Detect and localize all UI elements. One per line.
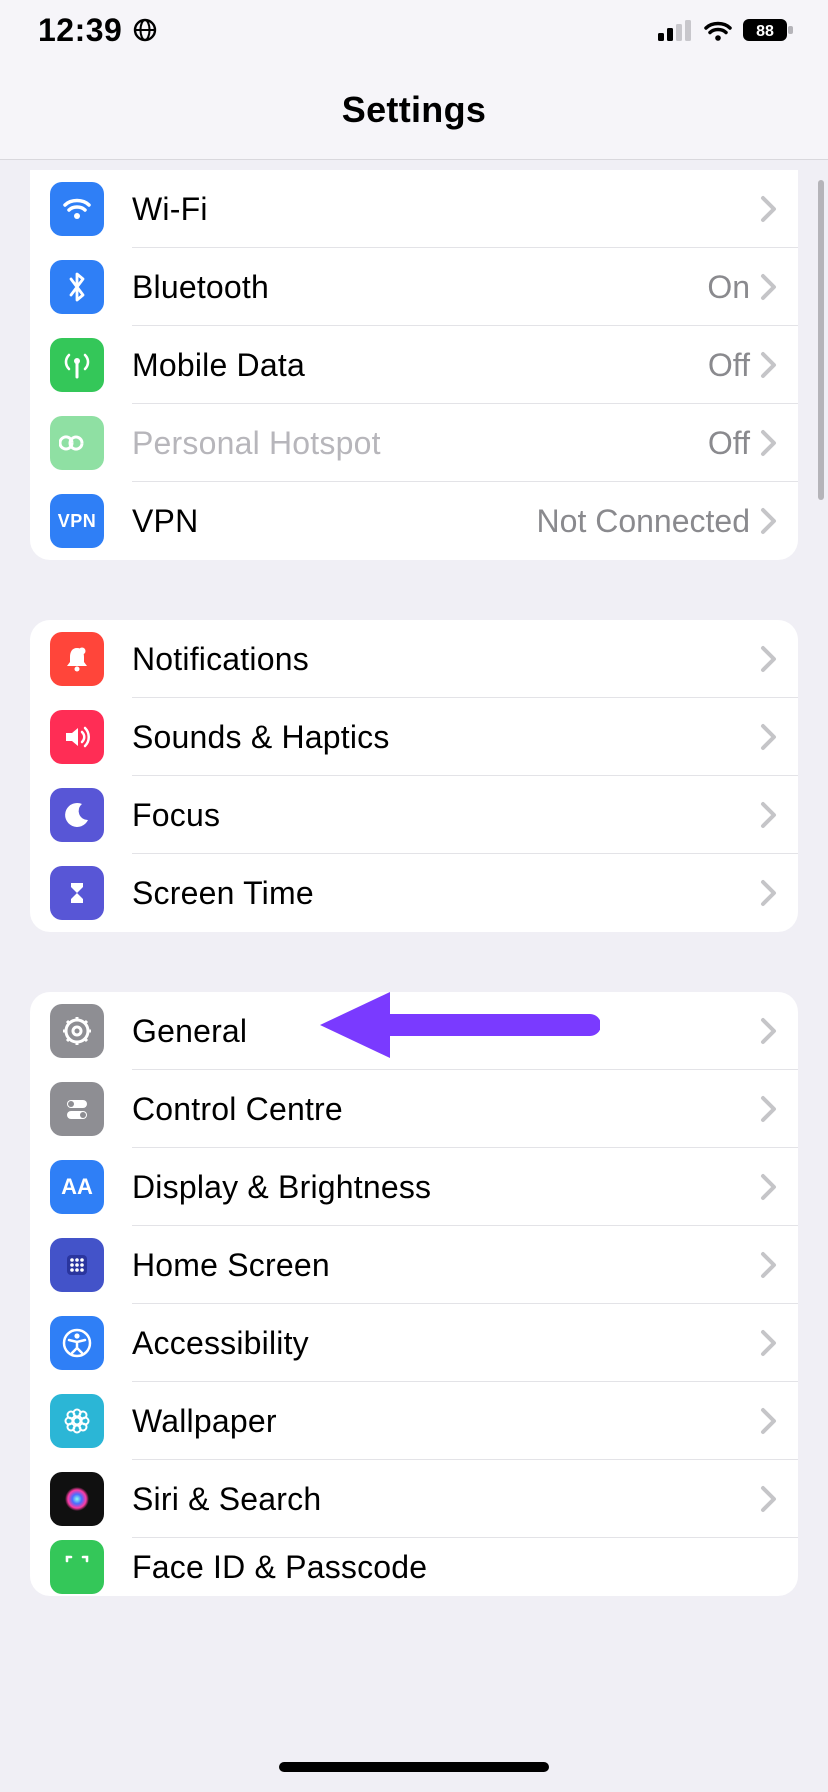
home-screen-row[interactable]: Home Screen — [30, 1226, 798, 1304]
scroll-indicator[interactable] — [818, 180, 824, 500]
chevron-right-icon — [760, 1172, 778, 1202]
siri-row[interactable]: Siri & Search — [30, 1460, 798, 1538]
gear-icon — [50, 1004, 104, 1058]
mobile-data-row[interactable]: Mobile Data Off — [30, 326, 798, 404]
toggles-icon — [50, 1082, 104, 1136]
siri-label: Siri & Search — [104, 1481, 760, 1518]
antenna-icon — [50, 338, 104, 392]
personal-hotspot-value: Off — [708, 425, 760, 462]
bell-icon — [50, 632, 104, 686]
chevron-right-icon — [760, 1484, 778, 1514]
wifi-icon — [50, 182, 104, 236]
general-label: General — [104, 1013, 760, 1050]
display-label: Display & Brightness — [104, 1169, 760, 1206]
wallpaper-label: Wallpaper — [104, 1403, 760, 1440]
chevron-right-icon — [760, 800, 778, 830]
connectivity-group: Wi-Fi Bluetooth On Mobile Data Off — [30, 170, 798, 560]
vpn-icon: VPN — [50, 494, 104, 548]
location-globe-icon — [132, 17, 158, 43]
bluetooth-value: On — [707, 269, 760, 306]
navbar: Settings — [0, 60, 828, 160]
svg-text:88: 88 — [756, 23, 774, 40]
accessibility-icon — [50, 1316, 104, 1370]
bluetooth-icon — [50, 260, 104, 314]
notifications-row[interactable]: Notifications — [30, 620, 798, 698]
notifications-label: Notifications — [104, 641, 760, 678]
system-group: General Control Centre AA Display & Brig… — [30, 992, 798, 1596]
chevron-right-icon — [760, 1406, 778, 1436]
status-time: 12:39 — [38, 12, 122, 49]
link-icon — [50, 416, 104, 470]
settings-scroll[interactable]: Wi-Fi Bluetooth On Mobile Data Off — [0, 160, 828, 1636]
vpn-label: VPN — [104, 503, 537, 540]
accessibility-label: Accessibility — [104, 1325, 760, 1362]
chevron-right-icon — [760, 1094, 778, 1124]
personal-hotspot-label: Personal Hotspot — [104, 425, 708, 462]
chevron-right-icon — [760, 1016, 778, 1046]
aa-icon: AA — [50, 1160, 104, 1214]
chevron-right-icon — [760, 506, 778, 536]
grid-icon — [50, 1238, 104, 1292]
control-centre-row[interactable]: Control Centre — [30, 1070, 798, 1148]
chevron-right-icon — [760, 350, 778, 380]
hourglass-icon — [50, 866, 104, 920]
page-title: Settings — [342, 89, 486, 131]
mobile-data-value: Off — [708, 347, 760, 384]
focus-row[interactable]: Focus — [30, 776, 798, 854]
chevron-right-icon — [760, 1328, 778, 1358]
wifi-status-icon — [702, 18, 734, 42]
sounds-label: Sounds & Haptics — [104, 719, 760, 756]
bluetooth-row[interactable]: Bluetooth On — [30, 248, 798, 326]
control-centre-label: Control Centre — [104, 1091, 760, 1128]
speaker-icon — [50, 710, 104, 764]
chevron-right-icon — [760, 428, 778, 458]
general-row[interactable]: General — [30, 992, 798, 1070]
accessibility-row[interactable]: Accessibility — [30, 1304, 798, 1382]
wallpaper-row[interactable]: Wallpaper — [30, 1382, 798, 1460]
faceid-icon — [50, 1540, 104, 1594]
siri-icon — [50, 1472, 104, 1526]
battery-icon: 88 — [742, 17, 796, 43]
chevron-right-icon — [760, 722, 778, 752]
faceid-label: Face ID & Passcode — [104, 1549, 778, 1586]
personal-hotspot-row[interactable]: Personal Hotspot Off — [30, 404, 798, 482]
bluetooth-label: Bluetooth — [104, 269, 707, 306]
sounds-row[interactable]: Sounds & Haptics — [30, 698, 798, 776]
chevron-right-icon — [760, 1250, 778, 1280]
home-indicator[interactable] — [279, 1762, 549, 1772]
chevron-right-icon — [760, 878, 778, 908]
moon-icon — [50, 788, 104, 842]
wifi-label: Wi-Fi — [104, 191, 750, 228]
chevron-right-icon — [760, 644, 778, 674]
screen-time-row[interactable]: Screen Time — [30, 854, 798, 932]
chevron-right-icon — [760, 194, 778, 224]
chevron-right-icon — [760, 272, 778, 302]
status-bar: 12:39 88 — [0, 0, 828, 60]
vpn-value: Not Connected — [537, 503, 760, 540]
home-screen-label: Home Screen — [104, 1247, 760, 1284]
wifi-row[interactable]: Wi-Fi — [30, 170, 798, 248]
display-row[interactable]: AA Display & Brightness — [30, 1148, 798, 1226]
vpn-row[interactable]: VPN VPN Not Connected — [30, 482, 798, 560]
focus-label: Focus — [104, 797, 760, 834]
mobile-data-label: Mobile Data — [104, 347, 708, 384]
notifications-group: Notifications Sounds & Haptics Focus Scr… — [30, 620, 798, 932]
cellular-signal-icon — [658, 19, 694, 41]
screen-time-label: Screen Time — [104, 875, 760, 912]
faceid-row[interactable]: Face ID & Passcode — [30, 1538, 798, 1596]
flower-icon — [50, 1394, 104, 1448]
